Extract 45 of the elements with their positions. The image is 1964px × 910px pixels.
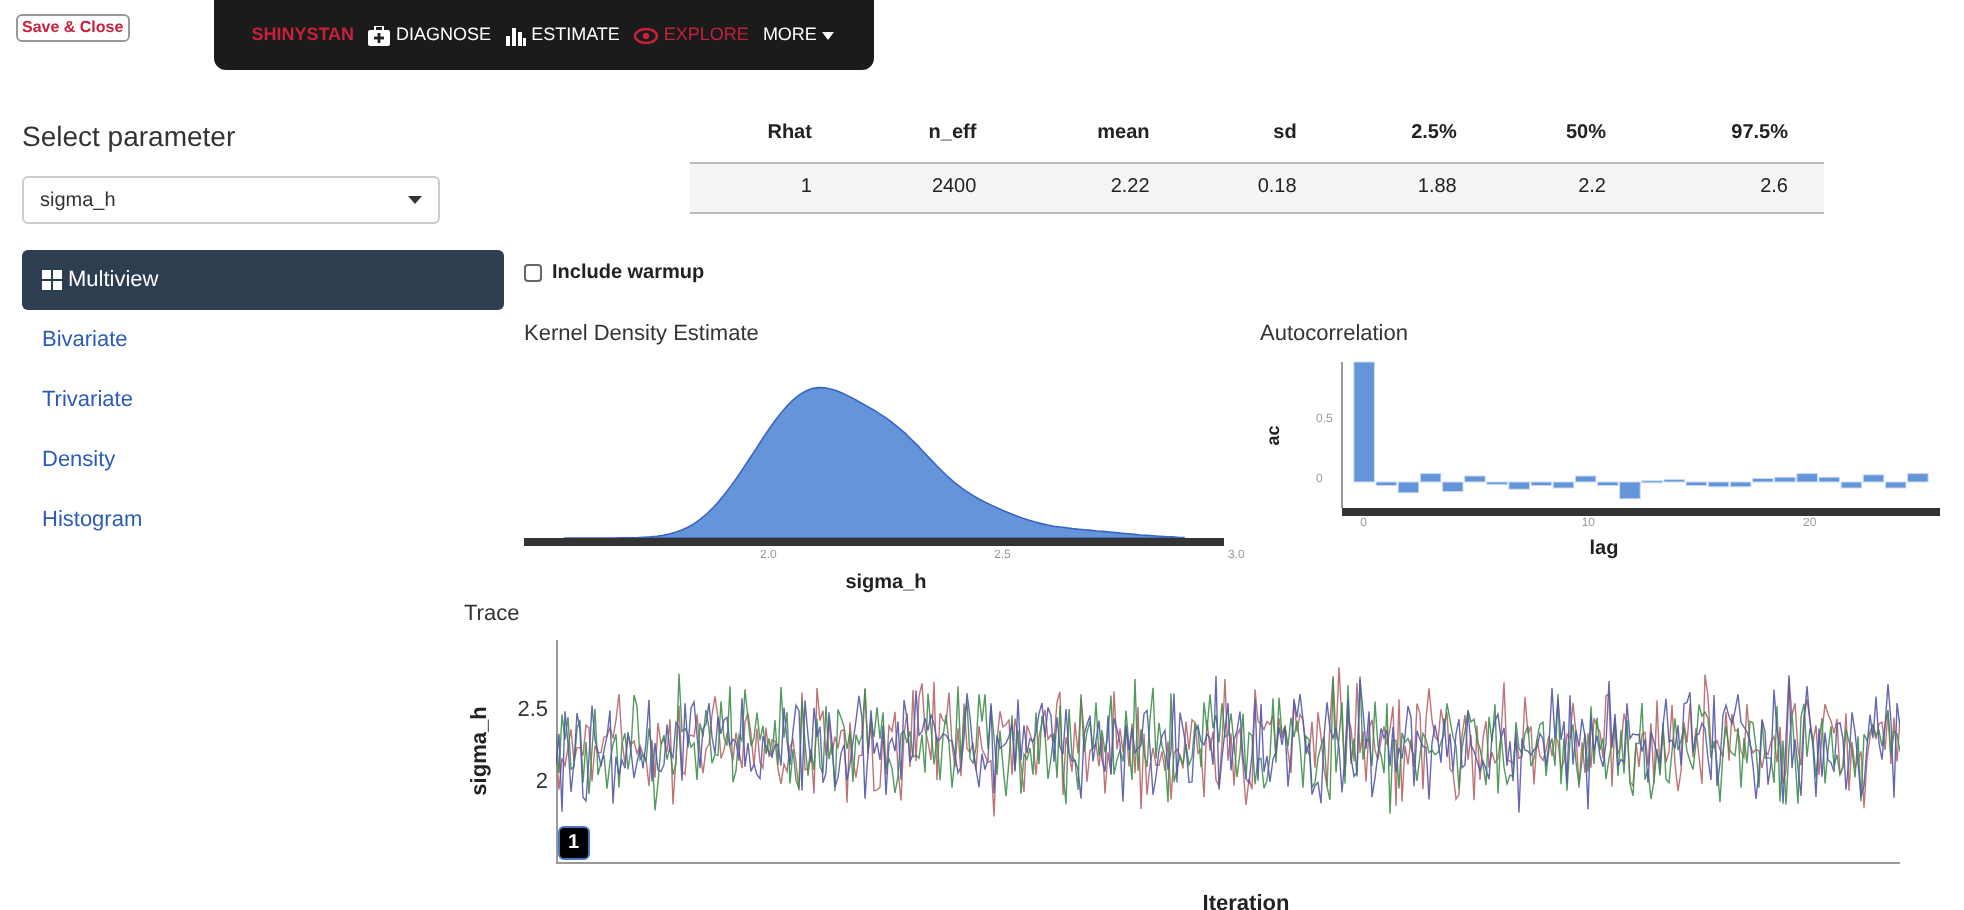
nav-pill[interactable]: Trivariate — [22, 370, 504, 430]
eye-icon — [633, 27, 658, 43]
axis-label: Iteration — [1202, 889, 1290, 910]
nav-link[interactable]: DIAGNOSE — [368, 21, 492, 49]
column-header: n_eff — [847, 106, 1013, 162]
caret-icon — [822, 31, 835, 39]
warmup-checkbox[interactable] — [524, 263, 542, 281]
axis-label: sigma_h — [845, 570, 927, 598]
nav-link[interactable]: MORE — [762, 21, 835, 49]
medkit-icon — [368, 25, 391, 45]
nav-pill[interactable]: Multiview — [22, 250, 504, 310]
nav-pill[interactable]: Bivariate — [22, 310, 504, 370]
chart-title: Kernel Density Estimate — [524, 319, 761, 349]
caret-icon — [408, 196, 422, 204]
table-cell: 2.2 — [1492, 162, 1642, 212]
table-cell: 2400 — [847, 162, 1013, 212]
axis-tick-label: 2 — [535, 771, 548, 793]
table-cell: 1.88 — [1332, 162, 1493, 212]
select-value: sigma_h — [40, 187, 116, 215]
table-cell: 0.18 — [1185, 162, 1333, 212]
table-cell: 1 — [690, 162, 848, 212]
table-cell: 2.6 — [1641, 162, 1824, 212]
axis-tick-label: 2.5 — [517, 699, 548, 721]
grid-icon — [42, 270, 62, 290]
column-header: 50% — [1492, 106, 1642, 162]
column-header: Rhat — [690, 106, 848, 162]
checkbox-label: Include warmup — [552, 259, 705, 287]
parameter-select[interactable]: sigma_h — [22, 176, 440, 224]
axis-label: lag — [1589, 536, 1619, 564]
nav-pill[interactable]: Histogram — [22, 490, 504, 550]
column-header: sd — [1185, 106, 1333, 162]
nav-link[interactable]: ESTIMATE — [505, 21, 620, 49]
chart-title: Autocorrelation — [1260, 319, 1410, 349]
axis-label: ac — [1260, 423, 1285, 446]
section-title: Select parameter — [22, 118, 238, 156]
column-header: 97.5% — [1641, 106, 1824, 162]
chart-title: Trace — [464, 600, 522, 630]
chain-badge[interactable]: 1 — [558, 825, 590, 859]
save-close-button[interactable]: Save & Close — [16, 14, 130, 42]
column-header: mean — [1012, 106, 1186, 162]
table-cell: 2.22 — [1012, 162, 1186, 212]
bar-chart-icon — [505, 25, 526, 45]
nav-pill[interactable]: Density — [22, 430, 504, 490]
column-header: 2.5% — [1332, 106, 1493, 162]
axis-label: sigma_h — [469, 706, 491, 796]
